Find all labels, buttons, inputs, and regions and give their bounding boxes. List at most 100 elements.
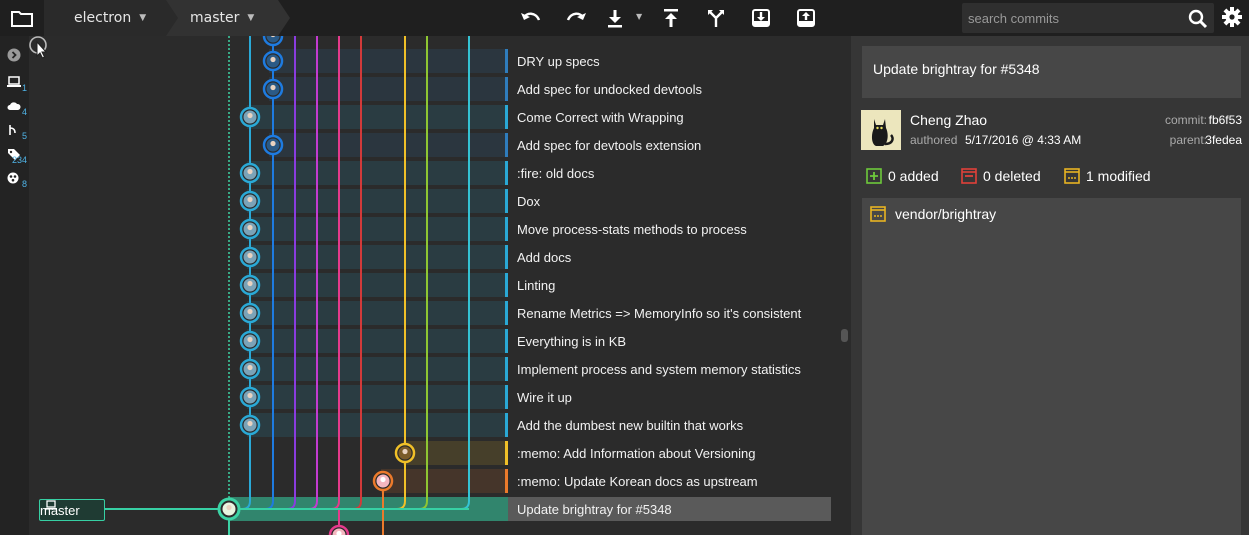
commit-message: Implement process and system memory stat…	[517, 361, 801, 377]
commit-message: Add docs	[517, 249, 572, 265]
commit-avatar-face	[247, 280, 253, 287]
commit-summary[interactable]: Update brightray for #5348	[862, 46, 1241, 98]
commit-row[interactable]: Implement process and system memory stat…	[508, 357, 838, 381]
commit-row[interactable]: Come Correct with Wrapping	[508, 105, 838, 129]
commit-row[interactable]: Add spec for devtools extension	[508, 133, 838, 157]
redo-button[interactable]	[564, 6, 588, 30]
search-icon[interactable]	[1188, 9, 1208, 29]
sidebar-count: 1	[21, 83, 27, 93]
breadcrumb-separator	[278, 0, 290, 36]
commit-graph-panel: DRY up specs Add spec for undocked devtoo…	[29, 36, 851, 535]
laptop-icon	[7, 76, 21, 87]
commit-row[interactable]: Dox	[508, 189, 838, 213]
commit-avatar-face	[402, 448, 408, 455]
commit-sha[interactable]: fb6f53	[1209, 113, 1242, 127]
commit-message: Rename Metrics => MemoryInfo so it's con…	[517, 305, 802, 321]
commit-row[interactable]: :memo: Update Korean docs as upstream	[508, 469, 838, 493]
sidebar-item-submodules[interactable]: 8	[0, 168, 29, 192]
commit-message: Update brightray for #5348	[517, 501, 672, 517]
chevron-down-icon[interactable]: ▼	[636, 12, 642, 21]
commit-avatar-face	[247, 336, 253, 343]
undo-icon	[521, 12, 541, 21]
branch-label-master[interactable]: master	[39, 499, 105, 521]
chevron-down-icon: ▼	[247, 13, 255, 23]
author-name: Cheng Zhao	[910, 112, 988, 128]
push-icon	[664, 9, 678, 27]
repo-selector[interactable]: electron ▼	[44, 0, 166, 36]
commit-row[interactable]: Everything is in KB	[508, 329, 838, 353]
chevron-down-icon: ▼	[139, 13, 147, 23]
mouse-cursor-icon	[29, 36, 48, 59]
commit-row[interactable]: Add spec for undocked devtools	[508, 77, 838, 101]
repo-name: electron	[74, 10, 132, 26]
commit-avatar-face	[247, 224, 253, 231]
commit-message: Wire it up	[517, 389, 572, 405]
author-avatar	[861, 110, 901, 150]
sidebar-count: 4	[21, 107, 27, 117]
sidebar-item-tags[interactable]: 234	[0, 144, 29, 168]
branch-button[interactable]	[704, 6, 728, 30]
commit-avatar-face	[247, 112, 253, 119]
scrollbar-thumb[interactable]	[841, 329, 848, 342]
changed-files-list: vendor/brightray	[862, 198, 1241, 535]
commit-detail-panel: Update brightray for #5348 Cheng Zhao au…	[851, 36, 1249, 535]
stash-button[interactable]	[749, 6, 773, 30]
sidebar-expand[interactable]	[0, 44, 29, 68]
graph-row-stripe	[381, 469, 508, 493]
sidebar-item-pull-requests[interactable]: 5	[0, 120, 29, 144]
commit-row[interactable]: Update brightray for #5348	[508, 497, 831, 521]
sidebar-item-remote[interactable]: 4	[0, 96, 29, 120]
commit-avatar-face	[270, 84, 276, 91]
commit-avatar-face	[270, 140, 276, 147]
search-input[interactable]	[962, 3, 1182, 33]
commit-message: Linting	[517, 277, 556, 293]
commit-message: :memo: Update Korean docs as upstream	[517, 473, 758, 489]
pop-icon	[797, 9, 815, 27]
added-label: 0 added	[888, 168, 939, 184]
branch-selector[interactable]: master ▼	[166, 0, 278, 36]
pull-button[interactable]	[603, 6, 627, 30]
commit-row[interactable]: Add the dumbest new builtin that works	[508, 413, 838, 437]
commit-row[interactable]: DRY up specs	[508, 49, 838, 73]
commit-sha-label: commit:	[1165, 113, 1207, 127]
commit-row[interactable]: :memo: Add Information about Versioning	[508, 441, 838, 465]
laptop-icon	[45, 500, 57, 510]
commit-avatar-face	[247, 364, 253, 371]
file-path: vendor/brightray	[895, 206, 997, 222]
commit-message: Add spec for undocked devtools	[517, 81, 703, 97]
commit-message: Add the dumbest new builtin that works	[517, 417, 744, 433]
graph-row-stripe	[403, 441, 508, 465]
pull-icon	[608, 10, 622, 28]
file-added-icon	[866, 168, 882, 184]
push-button[interactable]	[659, 6, 683, 30]
commit-message: DRY up specs	[517, 53, 600, 69]
pull-request-icon	[9, 125, 16, 135]
commit-row[interactable]: Wire it up	[508, 385, 838, 409]
file-modified-icon	[870, 206, 886, 222]
commit-message: Move process-stats methods to process	[517, 221, 747, 237]
commit-avatar-face	[247, 392, 253, 399]
folder-icon	[11, 11, 33, 27]
gear-icon[interactable]	[1222, 7, 1242, 27]
commit-message: :fire: old docs	[517, 165, 595, 181]
commit-row[interactable]: Rename Metrics => MemoryInfo so it's con…	[508, 301, 838, 325]
commit-avatar-face	[270, 56, 276, 63]
deleted-label: 0 deleted	[983, 168, 1041, 184]
sidebar-item-local[interactable]: 1	[0, 72, 29, 96]
top-toolbar: electron ▼ master ▼ ▼	[0, 0, 1249, 36]
cloud-icon	[7, 102, 21, 110]
commit-row[interactable]: Move process-stats methods to process	[508, 217, 838, 241]
commit-row[interactable]: :fire: old docs	[508, 161, 838, 185]
commit-row[interactable]: Linting	[508, 273, 838, 297]
file-item[interactable]: vendor/brightray	[870, 206, 996, 222]
open-repo-button[interactable]	[0, 0, 44, 36]
search-box	[962, 3, 1214, 33]
pop-button[interactable]	[794, 6, 818, 30]
commit-row[interactable]: Add docs	[508, 245, 838, 269]
file-deleted-icon	[961, 168, 977, 184]
sidebar-count: 5	[21, 131, 27, 141]
stash-icon	[752, 9, 770, 27]
parent-sha[interactable]: 3fedea	[1205, 133, 1242, 147]
undo-button[interactable]	[519, 6, 543, 30]
redo-icon	[566, 12, 586, 21]
